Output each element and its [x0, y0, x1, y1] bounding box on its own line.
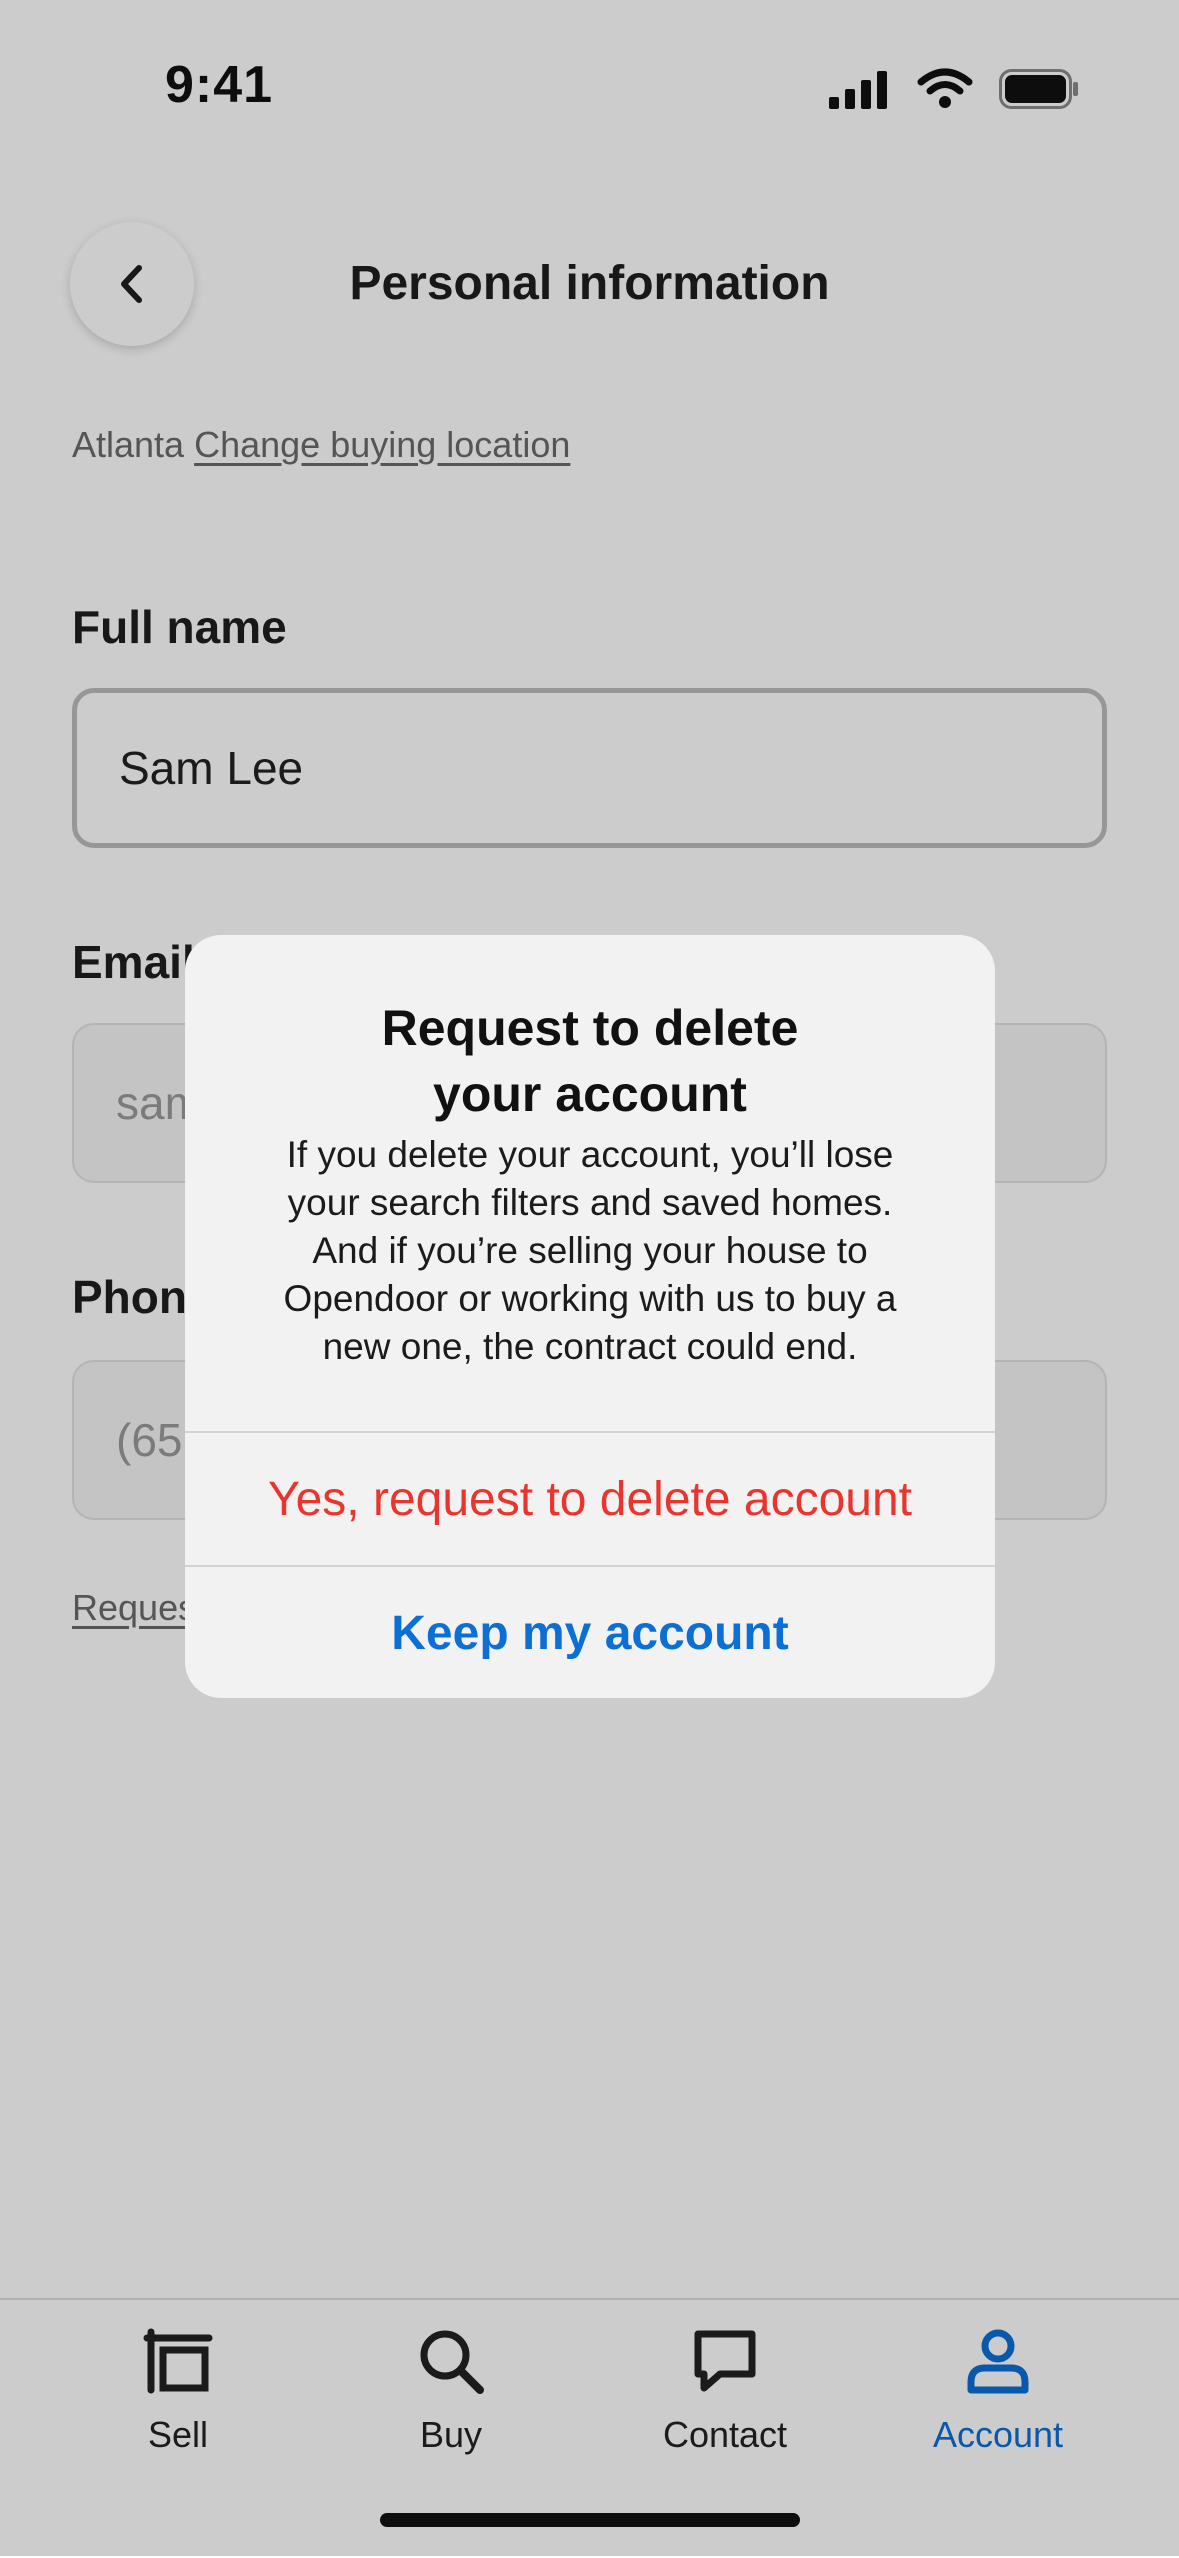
dialog-message-line: If you delete your account, you’ll lose [286, 1134, 894, 1175]
dialog-message-line: And if you’re selling your house to [312, 1230, 868, 1271]
dialog-title: Request to delete your account [225, 995, 955, 1127]
delete-account-dialog: Request to delete your account If you de… [185, 935, 995, 1698]
dialog-message-line: new one, the contract could end. [322, 1326, 858, 1367]
keep-account-button[interactable]: Keep my account [185, 1565, 995, 1698]
dialog-message: If you delete your account, you’ll lose … [235, 1131, 945, 1371]
dialog-message-line: Opendoor or working with us to buy a [283, 1278, 897, 1319]
dialog-title-line: your account [433, 1066, 747, 1122]
dialog-message-line: your search filters and saved homes. [287, 1182, 893, 1223]
confirm-delete-button[interactable]: Yes, request to delete account [185, 1431, 995, 1565]
dialog-title-line: Request to delete [381, 1000, 799, 1056]
